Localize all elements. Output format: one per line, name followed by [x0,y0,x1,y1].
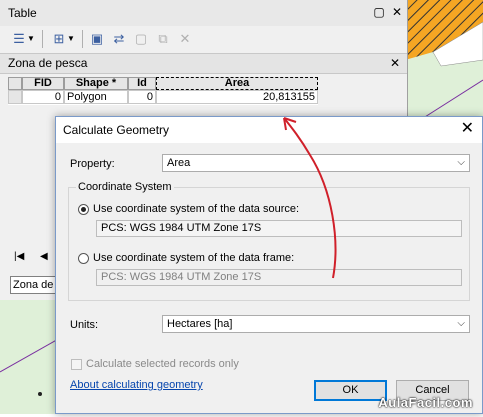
watermark: AulaFacil.com [378,395,473,410]
about-geometry-link[interactable]: About calculating geometry [70,379,203,391]
dialog-titlebar[interactable]: Calculate Geometry ✕ [56,117,482,143]
chevron-down-icon: ⌵ [457,157,465,168]
selected-records-label: Calculate selected records only [86,358,239,370]
table-title: Table [8,6,37,20]
select-by-attributes-icon[interactable]: ▣ [88,30,106,48]
restore-icon[interactable]: ▢ [372,5,386,19]
units-value: Hectares [ha] [167,318,233,330]
close-icon[interactable]: ✕ [461,121,474,137]
calculate-geometry-dialog: Calculate Geometry ✕ Property: Area ⌵ Co… [55,116,483,414]
units-label: Units: [70,319,99,331]
copy-selected-icon[interactable]: ⧉ [154,30,172,48]
selected-records-checkbox[interactable] [71,359,82,370]
table-toolbar: ☰ ▼ ⊞ ▼ ▣ ⇄ ▢ ⧉ ✕ [0,26,407,52]
toolbar-separator [82,30,83,48]
layer-tab-label: Zona de pesca [8,56,88,70]
boundary-line-lower [0,337,61,373]
ok-button[interactable]: OK [314,380,387,401]
row-selector-header[interactable] [8,77,22,90]
table-cell-id[interactable]: 0 [128,90,156,104]
chevron-down-icon[interactable]: ▼ [66,30,76,48]
column-header-fid[interactable]: FID [22,77,64,90]
previous-record-icon[interactable]: ◀ [40,251,48,262]
map-point [38,392,42,396]
dialog-title: Calculate Geometry [63,123,170,137]
annotation-arrow-curve [283,117,337,279]
property-value: Area [167,157,191,169]
switch-selection-icon[interactable]: ⇄ [110,30,128,48]
annotation-arrow [283,117,337,279]
chevron-down-icon[interactable]: ▼ [26,30,36,48]
radio-data-frame[interactable] [78,253,89,264]
clear-selection-icon[interactable]: ▢ [132,30,150,48]
layer-tab[interactable]: Zona de pesca ✕ [0,53,407,74]
radio-data-frame-label[interactable]: Use coordinate system of the data frame: [93,252,294,264]
map-features-lower [0,337,61,396]
units-dropdown[interactable]: Hectares [ha] ⌵ [162,315,470,333]
delete-selected-icon[interactable]: ✕ [176,30,194,48]
column-header-area[interactable]: Area [156,77,318,90]
table-cell-shape[interactable]: Polygon [64,90,128,104]
column-header-id[interactable]: Id [128,77,156,90]
property-label: Property: [70,158,115,170]
table-cell-area[interactable]: 20,813155 [156,90,318,104]
chevron-down-icon: ⌵ [457,318,465,329]
table-cell-fid[interactable]: 0 [22,90,64,104]
attribute-table: FID Shape * Id Area 0 Polygon 0 20,81315… [8,77,318,105]
close-icon[interactable]: ✕ [390,5,404,19]
first-record-icon[interactable]: |◀ [14,251,24,262]
map-view-lower[interactable] [0,290,61,414]
radio-data-source-label[interactable]: Use coordinate system of the data source… [93,203,299,215]
toolbar-separator [42,30,43,48]
radio-data-source[interactable] [78,204,89,215]
table-titlebar[interactable]: Table ▢ ✕ [0,0,407,27]
close-icon[interactable]: ✕ [388,56,402,70]
coordinate-system-label: Coordinate System [76,181,174,193]
row-selector[interactable] [8,90,22,104]
column-header-shape[interactable]: Shape * [64,77,128,90]
